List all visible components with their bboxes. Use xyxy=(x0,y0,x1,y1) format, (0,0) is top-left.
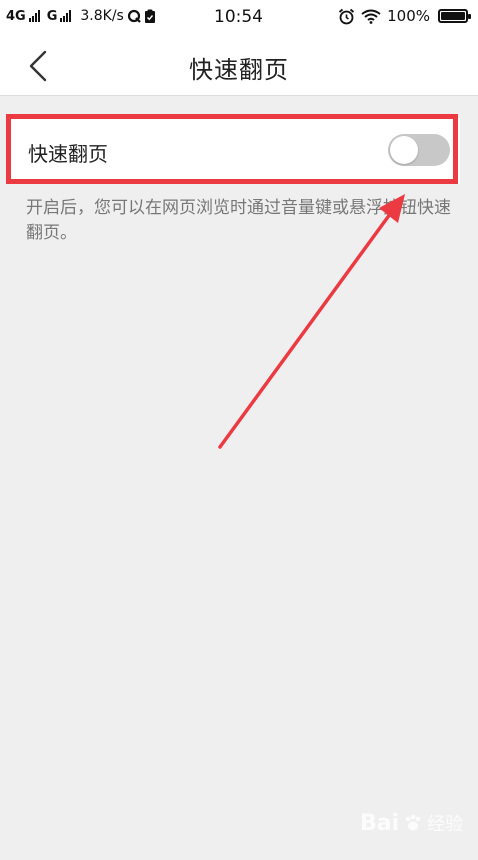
watermark-suffix: 经验 xyxy=(427,814,464,835)
status-time: 10:54 xyxy=(214,7,263,27)
clipboard-icon xyxy=(144,9,155,23)
quick-page-turn-toggle[interactable] xyxy=(388,134,450,166)
nav-divider xyxy=(0,95,478,96)
battery-level xyxy=(441,12,465,20)
network-4g-label: 4G xyxy=(6,8,26,24)
top-bar: 4G G 3.8K/s 10:54 100% 快速翻页 xyxy=(0,0,478,96)
signal-icon xyxy=(28,10,40,22)
q-app-icon xyxy=(127,9,141,23)
setting-label: 快速翻页 xyxy=(28,142,108,166)
status-left: 4G G 3.8K/s xyxy=(6,8,156,24)
baidu-logo-text: Bai xyxy=(360,810,400,836)
alarm-icon xyxy=(339,8,355,24)
signal-icon xyxy=(60,10,72,22)
watermark: Bai 经验 xyxy=(360,810,463,836)
status-bar: 4G G 3.8K/s 10:54 100% xyxy=(0,0,478,34)
page-title: 快速翻页 xyxy=(189,56,289,84)
toggle-knob xyxy=(390,136,418,164)
battery-icon xyxy=(438,9,471,23)
setting-row-quick-page-turn[interactable]: 快速翻页 xyxy=(8,118,460,184)
status-right: 100% xyxy=(338,7,471,25)
wifi-icon xyxy=(361,9,381,24)
battery-percentage: 100% xyxy=(387,7,430,25)
network-g-label: G xyxy=(46,8,58,24)
network-speed: 3.8K/s xyxy=(80,8,124,24)
navigation-bar: 快速翻页 xyxy=(0,34,478,96)
paw-icon xyxy=(405,814,421,831)
setting-description: 开启后，您可以在网页浏览时通过音量键或悬浮按钮快速翻页。 xyxy=(26,198,451,243)
